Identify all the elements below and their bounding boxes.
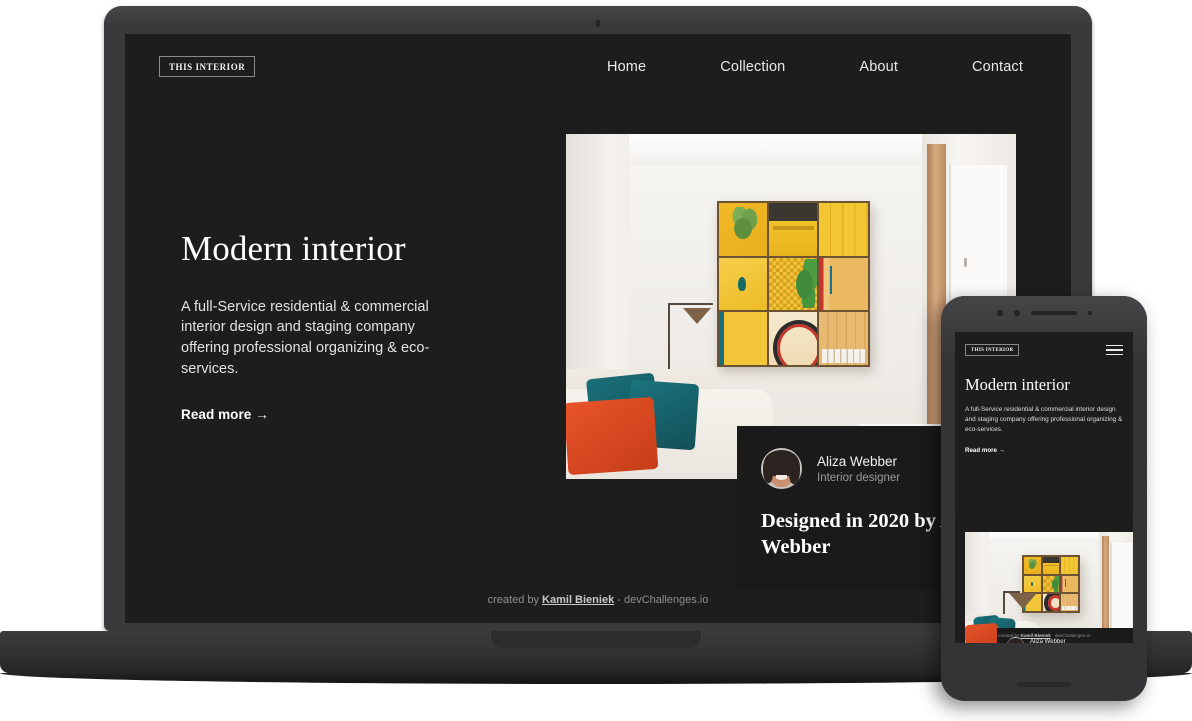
art-cell [1023,557,1041,574]
nav-item-home[interactable]: Home [607,59,646,75]
art-cell [718,203,768,256]
floor-lamp-shade [683,308,711,325]
wall-art-grid [716,201,870,367]
room-photo [965,532,1133,643]
credit-suffix: - devChallenges.io [614,594,709,606]
art-cell [1042,575,1060,593]
art-cell [819,257,868,311]
logo[interactable]: THIS INTERIOR [965,344,1020,356]
page-title: Modern interior [181,229,406,268]
front-camera-icon [996,310,1003,316]
website-desktop: THIS INTERIOR Home Collection About Cont… [125,34,1071,623]
proximity-sensor-icon [1087,311,1092,315]
art-cell [1042,557,1060,574]
mobile-hero-image [965,532,1133,643]
credit-author-link[interactable]: Kamil Bieniek [1021,633,1051,638]
webcam-icon [595,20,601,27]
art-cell [1061,594,1078,611]
credit-prefix: created by [997,633,1021,638]
art-cell [769,257,818,311]
nav-item-contact[interactable]: Contact [972,59,1023,75]
floor-lamp-shade [1009,592,1038,609]
art-cell [718,257,768,311]
read-more-link[interactable]: Read more → [965,447,1005,454]
art-cell [718,312,768,365]
art-cell [819,203,868,256]
designer-name: Aliza Webber [817,453,898,469]
credit-suffix: - devChallenges.io [1050,633,1091,638]
hero-description: A full-Service residential & commercial … [181,298,430,377]
mockup-stage: THIS INTERIOR Home Collection About Cont… [0,0,1192,721]
phone-sensor-row [941,310,1147,316]
main-navigation: Home Collection About Contact [607,59,1023,75]
door-frame [1109,542,1132,639]
front-camera-icon [1013,310,1020,316]
footer-credit: created by Kamil Bieniek - devChallenges… [125,594,1071,606]
laptop-screen: THIS INTERIOR Home Collection About Cont… [125,34,1071,623]
art-cell [819,312,868,365]
mobile-header: THIS INTERIOR [965,344,1123,356]
hero-description: A full-Service residential & commercial … [965,406,1123,433]
phone-screen: THIS INTERIOR Modern interior A full-Ser… [955,332,1133,643]
hero-text-block: Modern interior A full-Service residenti… [181,229,461,424]
credit-prefix: created by [487,594,543,606]
earpiece-speaker-icon [1030,311,1077,315]
pillow-orange [566,396,659,476]
page-title: Modern interior [965,375,1070,394]
logo[interactable]: THIS INTERIOR [159,56,256,77]
art-cell [1042,594,1060,611]
phone-speaker-bottom [1017,682,1071,687]
door-knob [963,258,967,268]
art-cell [769,312,818,365]
art-cell [1061,575,1078,593]
art-cell [1023,575,1041,593]
nav-item-about[interactable]: About [859,59,898,75]
floor-lamp-arm [667,303,713,306]
art-cell [769,203,818,256]
designer-role: Interior designer [817,471,901,484]
mobile-hero-text-block: Modern interior A full-Service residenti… [965,375,1123,457]
designer-name: Aliza Webber [1030,639,1066,643]
wood-trim [1101,535,1109,643]
website-mobile: THIS INTERIOR Modern interior A full-Ser… [955,332,1133,643]
art-cell [1061,557,1078,574]
footer-credit: created by Kamil Bieniek - devChallenges… [955,633,1133,638]
header: THIS INTERIOR Home Collection About Cont… [159,56,1051,77]
credit-author-link[interactable]: Kamil Bieniek [542,594,614,606]
avatar [761,448,802,489]
hamburger-menu-icon[interactable] [1106,344,1123,356]
read-more-link[interactable]: Read more → [181,407,269,422]
nav-item-collection[interactable]: Collection [720,59,785,75]
phone-device: THIS INTERIOR Modern interior A full-Ser… [941,296,1147,701]
